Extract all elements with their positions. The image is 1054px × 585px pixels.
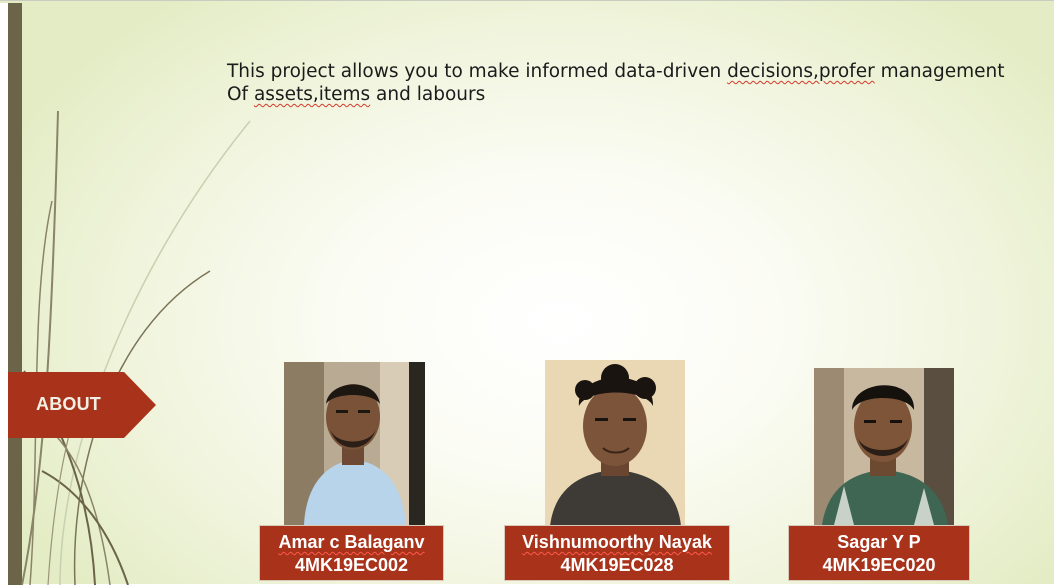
team-member-card: Sagar Y P 4MK19EC020 <box>788 525 970 581</box>
project-description: This project allows you to make informed… <box>227 60 1037 106</box>
intro-text-part: This project allows you to make informed… <box>227 61 728 82</box>
member-name: Sagar Y P <box>837 532 921 552</box>
slide: This project allows you to make informed… <box>0 0 1054 585</box>
team-member-card: Vishnumoorthy Nayak 4MK19EC028 <box>504 525 730 581</box>
intro-text-misspelled: decisions,profer <box>727 61 875 82</box>
about-section-tag: ABOUT <box>8 372 156 438</box>
team-member-photo <box>284 362 425 525</box>
team-member-photo <box>814 368 954 525</box>
intro-text-part: Of <box>227 84 254 105</box>
intro-text-part: management <box>874 61 1005 82</box>
about-label: ABOUT <box>36 394 101 414</box>
team-member-photo <box>545 360 685 526</box>
member-usn: 4MK19EC002 <box>294 555 409 575</box>
member-usn: 4MK19EC020 <box>822 555 936 575</box>
intro-text-part: and labours <box>370 84 486 105</box>
intro-text-misspelled: assets,items <box>253 84 371 105</box>
member-name: Vishnumoorthy Nayak <box>522 532 712 552</box>
team-member-card: Amar c Balaganv 4MK19EC002 <box>259 525 444 581</box>
member-name: Amar c Balaganv <box>278 532 425 552</box>
member-usn: 4MK19EC028 <box>560 555 674 575</box>
